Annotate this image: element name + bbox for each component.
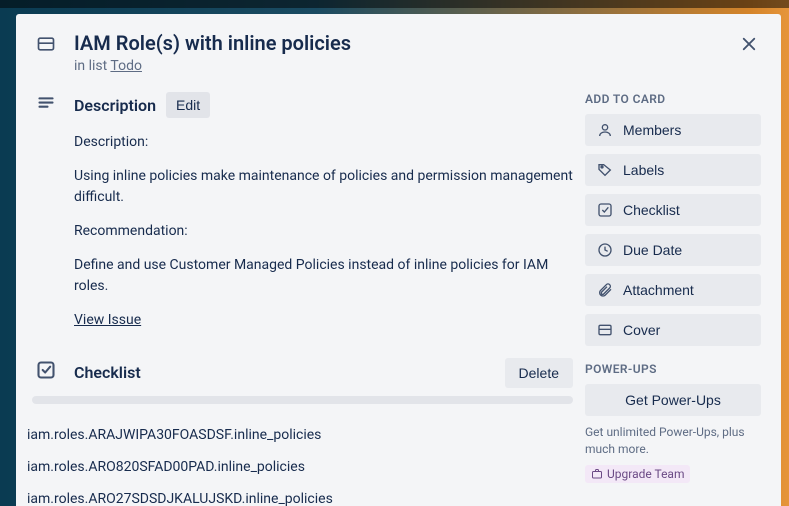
close-button[interactable] <box>735 30 763 58</box>
labels-button[interactable]: Labels <box>585 154 761 186</box>
checklist-item[interactable]: iam.roles.ARO820SFAD00PAD.inline_policie… <box>16 451 573 483</box>
cover-icon <box>597 322 613 338</box>
add-to-card-heading: ADD TO CARD <box>585 92 761 106</box>
checklist-item-label: iam.roles.ARAJWIPA30FOASDSF.inline_polic… <box>27 427 321 443</box>
checklist-item[interactable]: iam.roles.ARAJWIPA30FOASDSF.inline_polic… <box>16 419 573 451</box>
attachment-label: Attachment <box>623 282 694 298</box>
checklist-item-label: iam.roles.ARO27SDSDJKALUJSKD.inline_poli… <box>27 491 333 506</box>
checklist-item[interactable]: iam.roles.ARO27SDSDJKALUJSKD.inline_poli… <box>16 483 573 506</box>
desc-line: Description: <box>74 132 573 154</box>
delete-checklist-button[interactable]: Delete <box>505 358 573 388</box>
checklist-label: Checklist <box>623 202 680 218</box>
edit-description-button[interactable]: Edit <box>166 92 210 118</box>
desc-line: Recommendation: <box>74 221 573 243</box>
members-label: Members <box>623 122 681 138</box>
description-heading: Description <box>74 96 156 115</box>
attachment-button[interactable]: Attachment <box>585 274 761 306</box>
card-title[interactable]: IAM Role(s) with inline policies <box>74 30 761 56</box>
checklist-item-label: iam.roles.ARO820SFAD00PAD.inline_policie… <box>27 459 305 475</box>
checklist-button[interactable]: Checklist <box>585 194 761 226</box>
checklist-heading: Checklist <box>74 363 141 382</box>
close-icon <box>740 35 758 53</box>
view-issue-link[interactable]: View Issue <box>74 312 141 328</box>
upgrade-team-label: Upgrade Team <box>607 467 684 481</box>
checklist-progress-bar <box>32 396 573 404</box>
card-icon <box>36 34 60 58</box>
description-body[interactable]: Description: Using inline policies make … <box>74 132 573 332</box>
powerups-heading: POWER-UPS <box>585 362 761 376</box>
get-powerups-button[interactable]: Get Power-Ups <box>585 384 761 416</box>
cover-button[interactable]: Cover <box>585 314 761 346</box>
person-icon <box>597 122 613 138</box>
labels-label: Labels <box>623 162 664 178</box>
description-icon <box>36 94 60 118</box>
due-date-label: Due Date <box>623 242 682 258</box>
upgrade-team-chip[interactable]: Upgrade Team <box>585 465 690 483</box>
desc-line: Using inline policies make maintenance o… <box>74 166 573 209</box>
checklist-progress-percent: 0% <box>16 394 22 407</box>
card-modal: IAM Role(s) with inline policies in list… <box>16 14 781 506</box>
list-link[interactable]: Todo <box>110 58 142 74</box>
cover-label: Cover <box>623 322 660 338</box>
in-list-prefix: in list <box>74 58 110 74</box>
powerups-note: Get unlimited Power-Ups, plus much more. <box>585 424 761 459</box>
due-date-button[interactable]: Due Date <box>585 234 761 266</box>
desc-line: Define and use Customer Managed Policies… <box>74 255 573 298</box>
clock-icon <box>597 242 613 258</box>
in-list-line: in list Todo <box>74 58 761 74</box>
checkbox-icon <box>597 202 613 218</box>
tag-icon <box>597 162 613 178</box>
members-button[interactable]: Members <box>585 114 761 146</box>
briefcase-icon <box>591 468 603 480</box>
paperclip-icon <box>597 282 613 298</box>
get-powerups-label: Get Power-Ups <box>625 392 721 408</box>
checklist-icon <box>36 360 60 384</box>
